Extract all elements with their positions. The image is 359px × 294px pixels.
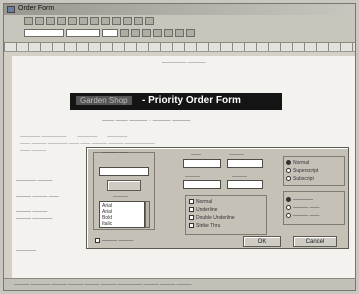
font-name-field[interactable] [99,167,149,176]
new-icon[interactable] [24,17,33,25]
align-left-icon[interactable] [153,29,162,37]
field-label: ——— ———— [16,216,53,222]
option-label: Normal [196,199,213,205]
banner-company: Garden Shop [76,96,132,105]
position-option-subscript[interactable]: Subscript [286,176,314,182]
align-center-icon[interactable] [164,29,173,37]
field-label: ———— ——— [16,178,53,184]
save-icon[interactable] [46,17,55,25]
fonts-list-label: ——— [113,194,128,200]
ok-button[interactable]: OK [243,236,281,247]
fonts-listbox[interactable]: Arial Arial Bold Italic [99,201,145,228]
tracking-field[interactable] [227,180,263,189]
checkbox[interactable] [189,215,194,221]
checkbox[interactable] [95,238,100,244]
page-header-text: ———— ——— [162,60,206,66]
radio[interactable] [286,213,291,219]
set-default-checkbox[interactable]: ——— ——— [95,238,133,244]
font-group-label: ——— —— [102,150,129,156]
checkbox[interactable] [189,207,194,213]
option-label: Normal [293,160,310,166]
style-option-normal[interactable]: Normal [189,199,212,205]
size-dropdown[interactable] [102,29,118,37]
style-option-strike-thru[interactable]: Strike Thru [189,223,220,229]
table-icon[interactable] [123,17,132,25]
case-option-1[interactable]: ———— [286,197,313,203]
radio[interactable] [286,160,291,166]
option-label: Underline [196,207,218,213]
body-text-line: ———— ————— ———— ———— [20,134,128,140]
cut-icon[interactable] [68,17,77,25]
list-item[interactable]: Italic [100,221,144,227]
paste-icon[interactable] [90,17,99,25]
width-field[interactable] [227,159,263,168]
style-option-double-underline[interactable]: Double Underline [189,215,235,221]
radio[interactable] [286,176,291,182]
open-icon[interactable] [35,17,44,25]
toolbar-row-2 [24,29,195,39]
bullets-icon[interactable] [186,29,195,37]
radio[interactable] [286,197,291,203]
toolbar-row-1 [24,17,154,27]
case-option-2[interactable]: ——— —— [286,205,319,211]
style-option-underline[interactable]: Underline [189,207,217,213]
position-option-normal[interactable]: Normal [286,160,309,166]
radio[interactable] [286,205,291,211]
banner-title: - Priority Order Form [142,95,241,106]
zoom-icon[interactable] [134,17,143,25]
toolbar [4,15,355,43]
width-label: ——— [229,152,244,158]
option-label: Superscript [293,168,319,174]
status-bar: ——— ———— ——— ——— ——— ——— ————— ——— ——— —… [4,278,355,290]
browse-button[interactable] [107,180,141,191]
option-label: Double Underline [196,215,235,221]
size-field[interactable] [183,159,221,168]
app-icon [7,6,15,13]
banner-subtitle: —— —— ——— · ——— ——— [102,118,191,124]
font-dialog: ——— —— ——— Arial Arial Bold Italic —— ——… [86,147,349,249]
field-label: ——— ——— —— [16,194,59,200]
field-label: ——— ——— [16,209,48,215]
checkbox[interactable] [189,199,194,205]
align-right-icon[interactable] [175,29,184,37]
checkbox[interactable] [189,223,194,229]
italic-icon[interactable] [131,29,140,37]
field-label: ———— [16,248,36,254]
size-label: —— [191,152,201,158]
window-title: Order Form [18,5,55,12]
ruler[interactable] [4,43,355,52]
redo-icon[interactable] [112,17,121,25]
radio[interactable] [286,168,291,174]
position-option-superscript[interactable]: Superscript [286,168,318,174]
title-bar: Order Form [4,4,355,15]
bold-icon[interactable] [120,29,129,37]
option-label: Strike Thru [196,223,221,229]
print-icon[interactable] [57,17,66,25]
copy-icon[interactable] [79,17,88,25]
help-icon[interactable] [145,17,154,25]
underline-icon[interactable] [142,29,151,37]
font-dropdown[interactable] [66,29,100,37]
option-label: Subscript [293,176,314,182]
case-option-3[interactable]: ——— —— [286,213,319,219]
list-scrollbar[interactable] [145,201,150,228]
cancel-button[interactable]: Cancel [293,236,337,247]
body-text-line: —— ——— [20,148,47,154]
document-banner: Garden Shop - Priority Order Form [70,93,282,110]
undo-icon[interactable] [101,17,110,25]
leading-field[interactable] [183,180,221,189]
style-dropdown[interactable] [24,29,64,37]
